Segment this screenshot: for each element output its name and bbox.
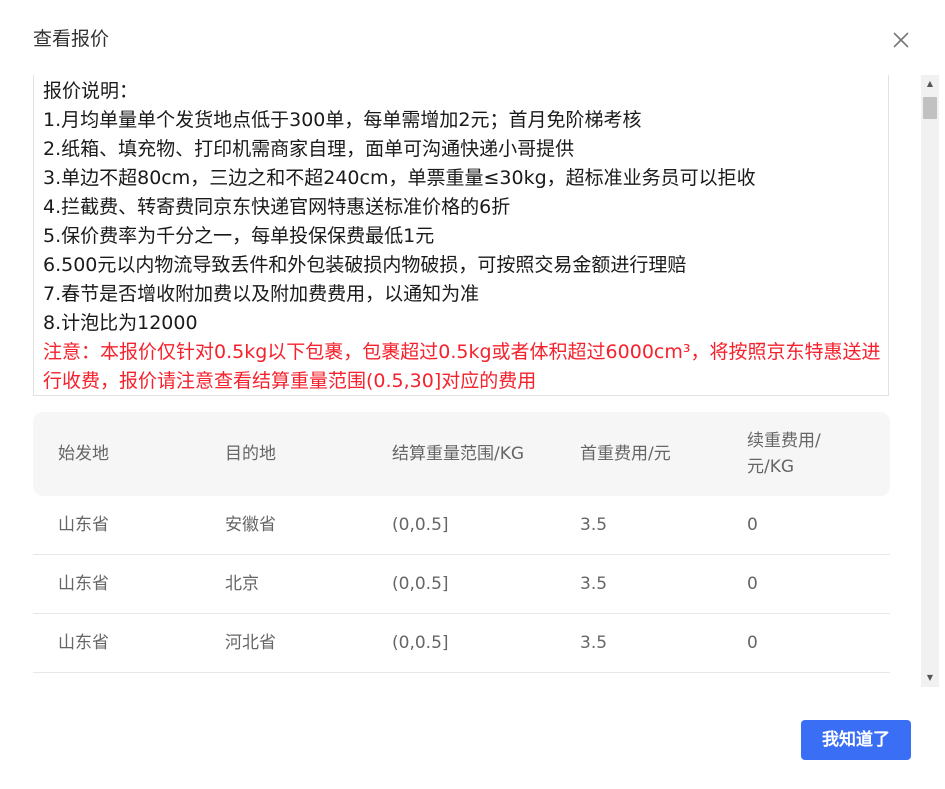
note-item: 1.月均单量单个发货地点低于300单，每单需增加2元；首月免阶梯考核 — [43, 109, 642, 131]
table-row: 山东省 北京 (0,0.5] 3.5 0 — [33, 555, 890, 614]
close-button[interactable] — [889, 28, 913, 52]
cell-additional-fee: 0 — [747, 515, 758, 535]
notes-heading: 报价说明： — [43, 80, 139, 102]
table-header: 始发地 目的地 结算重量范围/KG 首重费用/元 续重费用/ 元/KG — [33, 412, 890, 496]
note-item: 2.纸箱、填充物、打印机需商家自理，面单可沟通快递小哥提供 — [43, 138, 575, 160]
close-icon — [893, 32, 909, 48]
cell-destination: 安徽省 — [225, 515, 276, 535]
cell-weight-range: (0,0.5] — [392, 574, 449, 594]
scroll-down-arrow-icon[interactable]: ▼ — [921, 671, 939, 685]
cell-destination: 北京 — [225, 574, 259, 594]
cell-destination: 河北省 — [225, 633, 276, 653]
cell-origin: 山东省 — [58, 633, 109, 653]
header-additional-fee-line1: 续重费用/ — [747, 431, 821, 451]
quote-dialog: 查看报价 报价说明： 1.月均单量单个发货地点低于300单，每单需增加2元；首月… — [0, 0, 945, 789]
scrollbar-thumb[interactable] — [923, 97, 937, 119]
header-additional-fee-line2: 元/KG — [747, 457, 795, 477]
scroll-up-arrow-icon[interactable]: ▲ — [921, 77, 939, 91]
note-item: 6.500元以内物流导致丢件和外包装破损内物破损，可按照交易金额进行理赔 — [43, 254, 687, 276]
cell-weight-range: (0,0.5] — [392, 515, 449, 535]
note-item: 5.保价费率为千分之一，每单投保保费最低1元 — [43, 225, 435, 247]
notes-warning: 注意：本报价仅针对0.5kg以下包裹，包裹超过0.5kg或者体积超过6000cm… — [43, 341, 881, 392]
cell-weight-range: (0,0.5] — [392, 633, 449, 653]
table-row: 山东省 安徽省 (0,0.5] 3.5 0 — [33, 496, 890, 555]
cell-additional-fee: 0 — [747, 633, 758, 653]
cell-origin: 山东省 — [58, 574, 109, 594]
note-item: 4.拦截费、转寄费同京东快递官网特惠送标准价格的6折 — [43, 196, 511, 218]
cell-first-weight-fee: 3.5 — [580, 633, 608, 653]
ok-button[interactable]: 我知道了 — [801, 720, 911, 760]
cell-first-weight-fee: 3.5 — [580, 574, 608, 594]
note-item: 3.单边不超80cm，三边之和不超240cm，单票重量≤30kg，超标准业务员可… — [43, 167, 756, 189]
cell-origin: 山东省 — [58, 515, 109, 535]
cell-first-weight-fee: 3.5 — [580, 515, 608, 535]
header-destination: 目的地 — [225, 444, 276, 464]
quote-notes: 报价说明： 1.月均单量单个发货地点低于300单，每单需增加2元；首月免阶梯考核… — [33, 75, 889, 396]
vertical-scrollbar[interactable]: ▲ ▼ — [921, 75, 939, 687]
cell-additional-fee: 0 — [747, 574, 758, 594]
table-row: 山东省 河北省 (0,0.5] 3.5 0 — [33, 614, 890, 673]
note-item: 8.计泡比为12000 — [43, 312, 198, 334]
header-first-weight-fee: 首重费用/元 — [580, 444, 671, 464]
note-item: 7.春节是否增收附加费以及附加费费用，以通知为准 — [43, 283, 480, 305]
dialog-scroll-content[interactable]: 报价说明： 1.月均单量单个发货地点低于300单，每单需增加2元；首月免阶梯考核… — [33, 75, 921, 687]
header-origin: 始发地 — [58, 444, 109, 464]
dialog-title: 查看报价 — [33, 28, 110, 50]
header-weight-range: 结算重量范围/KG — [392, 444, 525, 464]
